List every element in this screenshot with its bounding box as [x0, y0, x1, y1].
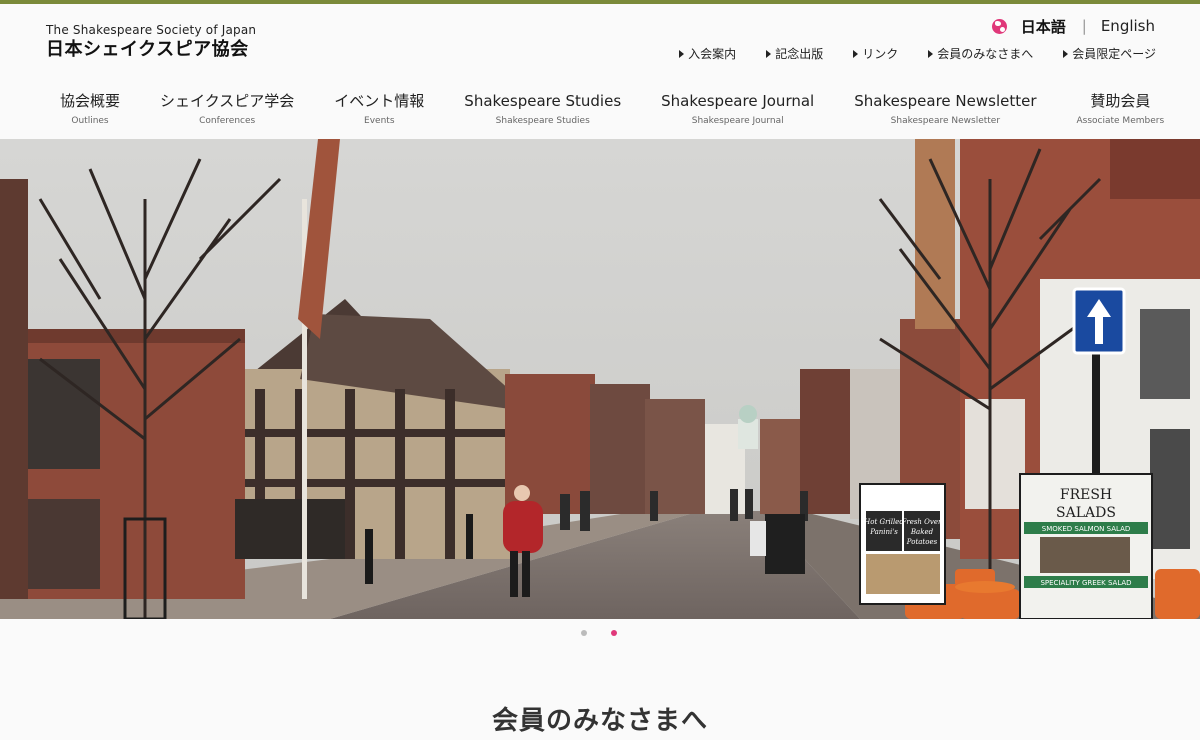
nav-item-outlines[interactable]: 協会概要 Outlines: [40, 91, 140, 126]
slider-dot-2[interactable]: [611, 630, 617, 636]
board-text-fresh: FRESH: [1060, 487, 1112, 503]
nav-item-shakespeare-newsletter[interactable]: Shakespeare Newsletter Shakespeare Newsl…: [834, 91, 1056, 126]
nav-item-associate-members[interactable]: 賛助会員 Associate Members: [1057, 91, 1185, 126]
menu-text-panini: Panini's: [869, 528, 898, 536]
globe-icon: [991, 18, 1007, 34]
board-text-speciality: SPECIALITY GREEK SALAD: [1040, 579, 1131, 587]
nav-item-events[interactable]: イベント情報 Events: [314, 91, 444, 126]
language-separator: |: [1081, 17, 1087, 35]
triangle-right-icon: [766, 49, 772, 58]
board-text-salads: SALADS: [1056, 505, 1116, 521]
nav-item-conferences[interactable]: シェイクスピア学会 Conferences: [140, 91, 314, 126]
triangle-right-icon: [928, 49, 934, 58]
site-name-en: The Shakespeare Society of Japan: [46, 23, 257, 37]
hero-slider[interactable]: Hot Grilled Panini's Fresh Oven Baked Po…: [0, 139, 1200, 619]
language-switcher: 日本語 | English: [991, 15, 1155, 37]
slider-dot-1[interactable]: [581, 630, 587, 636]
menu-text-fresh-oven: Fresh Oven: [900, 518, 943, 526]
language-japanese-link[interactable]: 日本語: [1021, 16, 1066, 37]
board-text-smoked-salmon: SMOKED SALMON SALAD: [1042, 525, 1131, 533]
triangle-right-icon: [853, 49, 859, 58]
site-name-ja: 日本シェイクスピア協会: [46, 39, 249, 60]
nav-item-shakespeare-studies[interactable]: Shakespeare Studies Shakespeare Studies: [444, 91, 641, 126]
menu-text-baked: Baked: [910, 528, 934, 536]
slider-pagination: [581, 630, 641, 636]
menu-text-hot: Hot Grilled: [863, 518, 904, 526]
menu-text-potatoes: Potatoes: [906, 538, 938, 546]
top-accent-bar: [0, 0, 1200, 4]
triangle-right-icon: [679, 49, 685, 58]
site-logo[interactable]: The Shakespeare Society of Japan 日本シェイクス…: [46, 22, 256, 62]
section-title: 会員のみなさまへ: [491, 706, 708, 736]
utility-link-members-only[interactable]: 会員限定ページ: [1063, 45, 1156, 62]
utility-link-publications[interactable]: 記念出版: [766, 45, 823, 62]
utility-nav: 入会案内 記念出版 リンク 会員のみなさまへ 会員限定ページ: [679, 45, 1156, 62]
utility-link-links[interactable]: リンク: [853, 45, 898, 62]
global-nav: 協会概要 Outlines シェイクスピア学会 Conferences イベント…: [40, 91, 1164, 126]
hero-street-image: Hot Grilled Panini's Fresh Oven Baked Po…: [0, 139, 1200, 619]
utility-link-for-members[interactable]: 会員のみなさまへ: [928, 45, 1033, 62]
utility-link-membership[interactable]: 入会案内: [679, 45, 736, 62]
nav-item-shakespeare-journal[interactable]: Shakespeare Journal Shakespeare Journal: [641, 91, 834, 126]
language-english-link[interactable]: English: [1101, 17, 1155, 35]
triangle-right-icon: [1063, 49, 1069, 58]
